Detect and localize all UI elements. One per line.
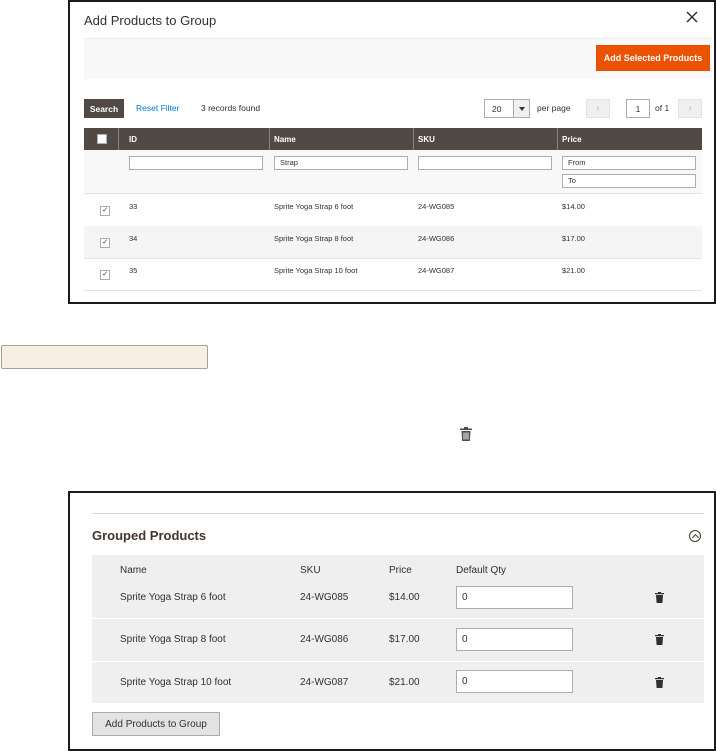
- column-header-sku[interactable]: SKU: [418, 135, 435, 144]
- column-header-id[interactable]: ID: [129, 135, 137, 144]
- cell-name: Sprite Yoga Strap 8 foot: [274, 234, 354, 243]
- grouped-products-table: Name SKU Price Default Qty Sprite Yoga S…: [92, 555, 704, 703]
- records-count: 3 records found: [201, 103, 261, 113]
- column-header-name: Name: [120, 565, 147, 576]
- per-page-value: 20: [492, 104, 502, 114]
- column-divider: [118, 128, 119, 150]
- column-header-sku: SKU: [300, 565, 321, 576]
- search-button[interactable]: Search: [84, 99, 124, 118]
- trash-icon[interactable]: [460, 427, 472, 441]
- cell-sku: 24-WG086: [418, 234, 455, 243]
- column-header-name[interactable]: Name: [274, 135, 296, 144]
- cell-name: Sprite Yoga Strap 6 foot: [120, 592, 226, 603]
- next-page-button[interactable]: ›: [678, 99, 702, 118]
- action-button[interactable]: [1, 345, 208, 369]
- row-divider: [92, 618, 704, 619]
- column-divider: [269, 128, 270, 150]
- per-page-select[interactable]: 20: [484, 99, 530, 118]
- column-header-price[interactable]: Price: [562, 135, 582, 144]
- default-qty-input[interactable]: 0: [456, 628, 573, 651]
- cell-name: Sprite Yoga Strap 6 foot: [274, 202, 354, 211]
- cell-price: $14.00: [389, 592, 420, 603]
- row-checkbox[interactable]: ✓: [100, 238, 110, 248]
- add-products-modal: Add Products to Group Add Selected Produ…: [68, 0, 716, 304]
- sku-filter-input[interactable]: [418, 156, 552, 170]
- cell-price: $14.00: [562, 202, 585, 211]
- cell-name: Sprite Yoga Strap 8 foot: [120, 634, 226, 645]
- chevron-left-icon: ‹: [596, 103, 600, 114]
- cell-sku: 24-WG087: [418, 266, 455, 275]
- cell-price: $21.00: [562, 266, 585, 275]
- row-divider: [92, 661, 704, 662]
- cell-sku: 24-WG085: [300, 592, 349, 603]
- close-icon[interactable]: [684, 9, 700, 25]
- trash-icon[interactable]: [655, 592, 664, 603]
- page-total: of 1: [655, 103, 670, 113]
- modal-title: Add Products to Group: [84, 13, 217, 28]
- price-from-input[interactable]: From: [562, 156, 696, 170]
- previous-page-button[interactable]: ‹: [586, 99, 610, 118]
- per-page-label: per page: [537, 103, 571, 113]
- cell-price: $17.00: [389, 634, 420, 645]
- column-header-price: Price: [389, 565, 412, 576]
- default-qty-input[interactable]: 0: [456, 670, 573, 693]
- cell-id: 35: [129, 266, 138, 275]
- grid-filters-row: Strap From To: [84, 150, 702, 194]
- cell-sku: 24-WG085: [418, 202, 455, 211]
- cell-sku: 24-WG086: [300, 634, 349, 645]
- table-row[interactable]: ✓ 34 Sprite Yoga Strap 8 foot 24-WG086 $…: [84, 226, 702, 259]
- cell-id: 33: [129, 202, 138, 211]
- section-divider: [92, 513, 704, 514]
- grid-header: ID Name SKU Price: [84, 128, 702, 150]
- trash-icon[interactable]: [655, 677, 664, 688]
- collapse-toggle-icon[interactable]: [689, 530, 701, 542]
- price-to-input[interactable]: To: [562, 174, 696, 188]
- grouped-products-panel: Grouped Products Name SKU Price Default …: [68, 491, 716, 751]
- default-qty-input[interactable]: 0: [456, 586, 573, 609]
- table-row[interactable]: ✓ 35 Sprite Yoga Strap 10 foot 24-WG087 …: [84, 258, 702, 291]
- cell-price: $21.00: [389, 677, 420, 688]
- cell-id: 34: [129, 234, 138, 243]
- reset-filter-link[interactable]: Reset Filter: [136, 103, 179, 113]
- select-all-checkbox[interactable]: [97, 134, 107, 144]
- chevron-down-icon[interactable]: [513, 100, 529, 117]
- chevron-right-icon: ›: [688, 103, 692, 114]
- cell-price: $17.00: [562, 234, 585, 243]
- add-products-to-group-button[interactable]: Add Products to Group: [92, 712, 220, 736]
- table-row[interactable]: ✓ 33 Sprite Yoga Strap 6 foot 24-WG085 $…: [84, 194, 702, 227]
- section-title: Grouped Products: [92, 528, 207, 543]
- name-filter-input[interactable]: Strap: [274, 156, 408, 170]
- cell-name: Sprite Yoga Strap 10 foot: [274, 266, 358, 275]
- page-number-input[interactable]: 1: [626, 99, 650, 118]
- add-selected-products-button[interactable]: Add Selected Products: [596, 45, 710, 71]
- row-checkbox[interactable]: ✓: [100, 206, 110, 216]
- cell-name: Sprite Yoga Strap 10 foot: [120, 677, 232, 688]
- column-header-default-qty: Default Qty: [456, 565, 507, 576]
- trash-icon[interactable]: [655, 634, 664, 645]
- column-divider: [557, 128, 558, 150]
- id-filter-input[interactable]: [129, 156, 263, 170]
- cell-sku: 24-WG087: [300, 677, 349, 688]
- column-divider: [413, 128, 414, 150]
- row-checkbox[interactable]: ✓: [100, 270, 110, 280]
